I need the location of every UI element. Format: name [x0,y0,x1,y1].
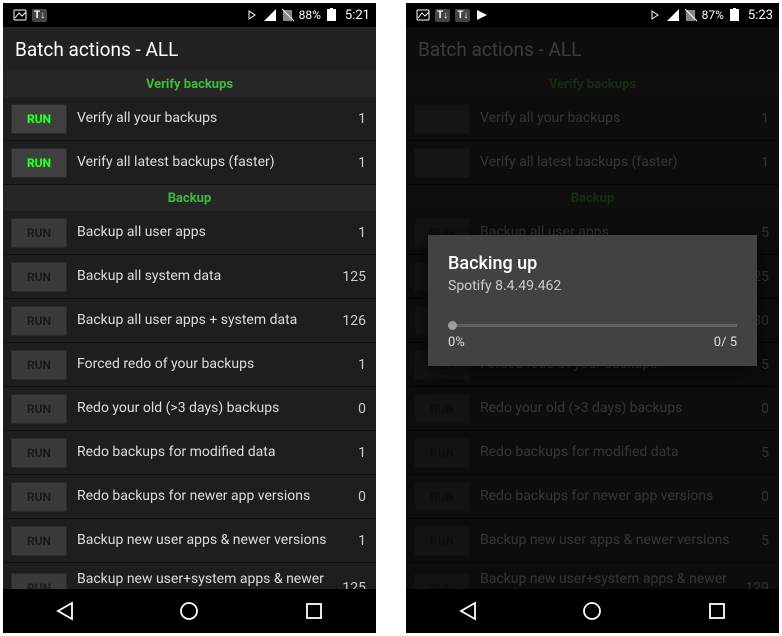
run-button[interactable]: RUN [11,104,67,134]
no-sim-icon [281,8,295,22]
play-icon [475,8,489,22]
list-item[interactable]: RUN Redo backups for modified data1 [3,431,376,475]
phone-left: T↓ 88% 5:21 Batch actions - ALL Verify b… [3,3,376,633]
list-item[interactable]: RUN Verify all latest backups (faster)1 [3,141,376,185]
row-count: 1 [352,533,366,549]
no-sim-icon [684,8,698,22]
page-title: Batch actions - ALL [3,27,376,71]
row-label: Verify all your backups [77,110,352,127]
run-button[interactable]: RUN [11,350,67,380]
row-count: 1 [352,225,366,241]
list-item[interactable]: RUN Backup new user+system apps & newer v… [3,563,376,589]
run-button[interactable]: RUN [11,262,67,292]
signal-icon [666,8,680,22]
battery-text: 87% [702,8,724,22]
row-label: Backup all user apps [77,224,352,241]
run-button[interactable]: RUN [11,526,67,556]
bluetooth-icon [245,8,259,22]
section-header: Backup [3,185,376,211]
row-label: Backup all system data [77,268,336,285]
row-count: 1 [352,445,366,461]
list-item[interactable]: RUN Redo your old (>3 days) backups0 [3,387,376,431]
run-button[interactable]: RUN [11,148,67,178]
progress-dialog: Backing up Spotify 8.4.49.462 0% 0/ 5 [428,235,757,366]
bluetooth-icon [648,8,662,22]
run-button[interactable]: RUN [11,394,67,424]
signal-icon [263,8,277,22]
section-header: Verify backups [3,71,376,97]
clock: 5:21 [343,8,370,23]
back-button[interactable] [457,600,479,622]
back-button[interactable] [54,600,76,622]
run-button[interactable]: RUN [11,438,67,468]
row-count: 1 [352,155,366,171]
image-icon [416,8,430,22]
list-item[interactable]: RUN Backup all user apps1 [3,211,376,255]
dialog-subtitle: Spotify 8.4.49.462 [448,278,737,294]
list-item[interactable]: RUN Backup all system data125 [3,255,376,299]
tb-icon-2: T↓ [455,9,470,22]
image-icon [13,8,27,22]
tb-icon: T↓ [435,9,450,22]
row-count: 1 [352,357,366,373]
home-button[interactable] [178,600,200,622]
row-count: 125 [336,580,366,590]
row-label: Backup new user+system apps & newer vers… [77,571,336,589]
nav-bar [3,589,376,633]
row-label: Forced redo of your backups [77,356,352,373]
clock: 5:23 [746,8,773,23]
run-button[interactable]: RUN [11,218,67,248]
battery-text: 88% [299,8,321,22]
row-count: 0 [352,489,366,505]
status-bar: T↓ 88% 5:21 [3,3,376,27]
progress-count: 0/ 5 [714,335,737,350]
recents-button[interactable] [303,600,325,622]
row-label: Backup all user apps + system data [77,312,336,329]
run-button[interactable]: RUN [11,482,67,512]
list-item[interactable]: RUN Backup new user apps & newer versions… [3,519,376,563]
row-label: Verify all latest backups (faster) [77,154,352,171]
list-item[interactable]: RUN Redo backups for newer app versions0 [3,475,376,519]
list-item[interactable]: RUN Verify all your backups1 [3,97,376,141]
list-content[interactable]: Verify backups RUN Verify all your backups… [3,71,376,589]
status-bar: T↓ T↓ 87% 5:23 [406,3,779,27]
dialog-title: Backing up [448,253,737,274]
row-count: 1 [352,111,366,127]
run-button[interactable]: RUN [11,306,67,336]
battery-icon [325,8,339,22]
list-item[interactable]: RUN Backup all user apps + system data126 [3,299,376,343]
phone-right: T↓ T↓ 87% 5:23 Batch actions - ALL Verif… [406,3,779,633]
home-button[interactable] [581,600,603,622]
nav-bar [406,589,779,633]
row-label: Redo backups for newer app versions [77,488,352,505]
row-count: 125 [336,269,366,285]
row-label: Backup new user apps & newer versions [77,532,352,549]
tb-icon: T↓ [32,9,47,22]
row-count: 0 [352,401,366,417]
row-label: Redo backups for modified data [77,444,352,461]
run-button[interactable]: RUN [11,573,67,590]
row-label: Redo your old (>3 days) backups [77,400,352,417]
battery-icon [728,8,742,22]
recents-button[interactable] [706,600,728,622]
list-item[interactable]: RUN Forced redo of your backups1 [3,343,376,387]
progress-percent: 0% [448,335,465,350]
row-count: 126 [336,313,366,329]
progress-bar [448,324,737,327]
